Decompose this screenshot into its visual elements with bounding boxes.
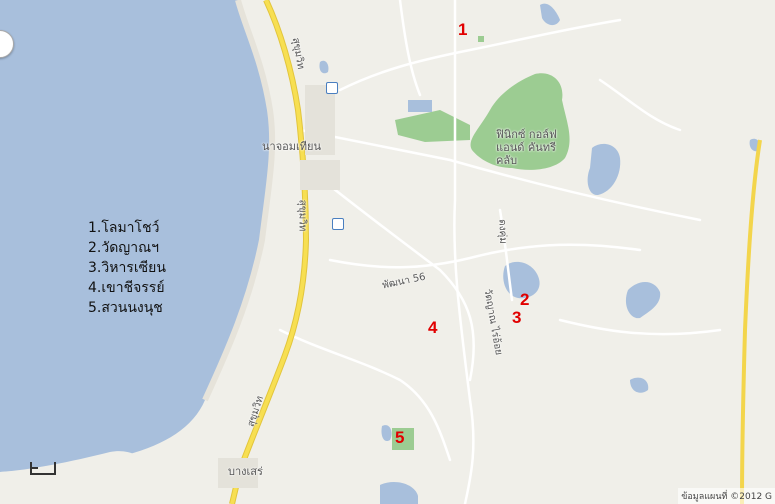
- scale-bar: [30, 462, 56, 475]
- poi-icon[interactable]: [332, 218, 344, 230]
- road-label-east: ดงคุ่ม: [496, 218, 509, 245]
- poi-icon[interactable]: [326, 82, 338, 94]
- legend: 1.โลมาโชว์ 2.วัดญาณฯ 3.วิหารเซียน 4.เขาช…: [88, 218, 166, 318]
- place-label-na-jomtien: นาจอมเทียน: [262, 140, 321, 153]
- legend-item: 5.สวนนงนุช: [88, 300, 163, 316]
- marker-1[interactable]: 1: [458, 20, 467, 40]
- legend-item: 3.วิหารเซียน: [88, 260, 166, 276]
- marker-2[interactable]: 2: [520, 290, 529, 310]
- legend-item: 4.เขาชีจรรย์: [88, 280, 165, 296]
- marker-4[interactable]: 4: [428, 318, 437, 338]
- marker-5[interactable]: 5: [395, 428, 404, 448]
- map-attribution: ข้อมูลแผนที่ ©2012 G: [678, 488, 775, 504]
- marker-3[interactable]: 3: [512, 308, 521, 328]
- place-label-golf: ฟินิกซ์ กอล์ฟ แอนด์ คันทรี คลับ: [496, 128, 557, 167]
- legend-item: 1.โลมาโชว์: [88, 220, 160, 236]
- road-label-sukhumvit-mid: สุขุมวิท: [296, 199, 308, 232]
- place-label-bang-sare: บางเสร่: [228, 465, 263, 478]
- legend-item: 2.วัดญาณฯ: [88, 240, 159, 256]
